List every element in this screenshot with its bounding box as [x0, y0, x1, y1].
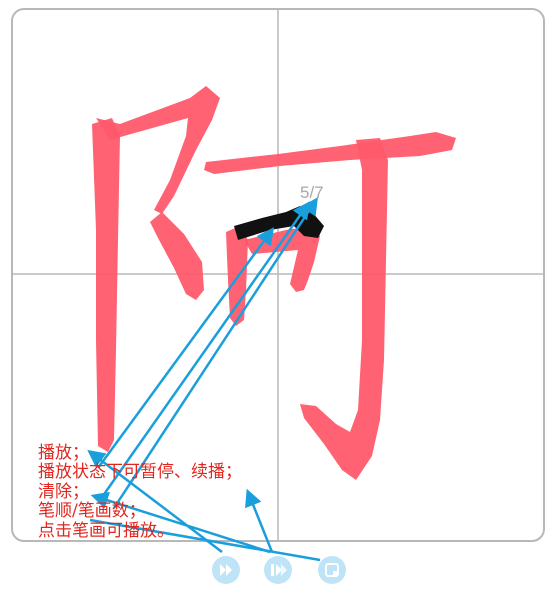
note-click-to-play: 点击笔画可播放。: [38, 521, 174, 541]
step-play-icon: [271, 564, 287, 576]
clear-icon: [325, 563, 339, 577]
clear-button[interactable]: [318, 556, 346, 584]
note-stroke-order: 笔顺/笔画数；: [38, 501, 146, 521]
note-pause-resume: 播放状态下可暂停、续播；: [38, 462, 242, 482]
play-icon: [220, 564, 232, 576]
play-button[interactable]: [212, 556, 240, 584]
step-play-button[interactable]: [264, 556, 292, 584]
note-play: 播放；: [38, 443, 89, 463]
stroke-counter: 5/7: [300, 183, 324, 202]
note-clear: 清除；: [38, 482, 89, 502]
